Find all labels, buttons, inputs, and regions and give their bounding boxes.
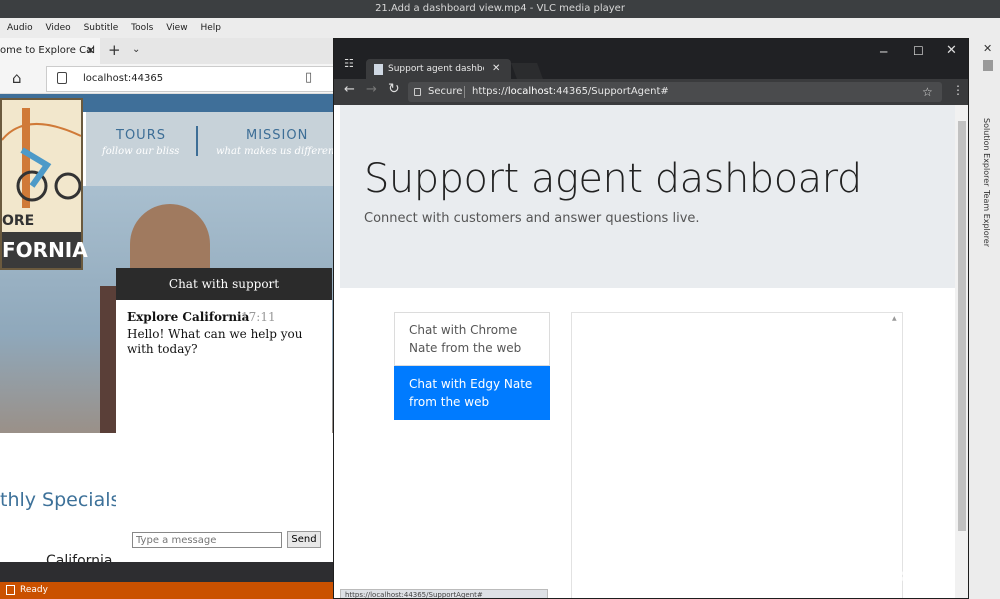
send-button[interactable]: Send [287, 531, 321, 548]
omnibox-divider [464, 86, 465, 98]
link-status-bubble: https://localhost:44365/SupportAgent# [340, 589, 548, 598]
menu-audio[interactable]: Audio [7, 18, 33, 38]
lock-icon [414, 88, 421, 96]
logo-text-bottom: FORNIA [2, 232, 88, 268]
nav-mission-sub: what makes us different [216, 146, 334, 157]
vs-tool-tabs [0, 562, 334, 582]
explore-california-logo: ORE FORNIA [0, 98, 88, 270]
nav-tours[interactable]: TOURS [116, 128, 166, 143]
conversation-panel[interactable]: ▲ [571, 312, 903, 598]
golden-gate-bridge-icon [2, 100, 81, 210]
chat-header: Chat with support [116, 268, 332, 300]
close-tab-icon[interactable]: ✕ [492, 59, 500, 79]
lock-icon [57, 72, 67, 84]
menu-view[interactable]: View [166, 18, 187, 38]
chevron-down-icon[interactable]: ⌄ [132, 44, 140, 55]
chrome-tab-title: Support agent dashboard [388, 64, 484, 74]
chrome-tab[interactable]: Support agent dashboard ✕ [366, 59, 511, 79]
conversation-item-edgy-nate[interactable]: Chat with Edgy Nate from the web [394, 366, 550, 420]
scroll-up-icon[interactable]: ▲ [892, 315, 897, 322]
monthly-specials-heading: thly Specials [0, 489, 121, 511]
vs-side-panel: ✕ Solution Explorer Team Explorer [969, 38, 1000, 599]
chrome-title-bar: ☷ Support agent dashboard ✕ ─ ☐ ✕ [334, 39, 968, 79]
close-icon[interactable]: ✕ [86, 38, 95, 64]
edge-tab-title: ome to Explore Cal [0, 45, 95, 56]
new-tab-icon[interactable]: + [108, 41, 121, 59]
edge-tab-bar: ome to Explore Cal ✕ + ⌄ [0, 38, 334, 64]
support-chat-widget: Chat with support Explore California 17:… [116, 268, 332, 562]
menu-subtitle[interactable]: Subtitle [84, 18, 119, 38]
back-icon[interactable]: ← [344, 82, 355, 97]
chat-author: Explore California [127, 310, 250, 324]
page-lead: Connect with customers and answer questi… [364, 211, 700, 226]
vs-status-text: Ready [20, 585, 48, 595]
status-icon [6, 585, 15, 595]
new-tab-button[interactable] [511, 63, 543, 79]
edge-address-field[interactable]: localhost:44365 ▯ [46, 66, 334, 92]
vlc-title-bar: 21.Add a dashboard view.mp4 - VLC media … [0, 0, 1000, 18]
nav-divider [196, 126, 198, 156]
nav-tours-sub: follow our bliss [102, 146, 180, 157]
logo-text-top: ORE [2, 210, 81, 232]
chat-message-input[interactable] [132, 532, 282, 548]
bookmark-star-icon[interactable]: ☆ [922, 82, 933, 102]
address-bar[interactable]: Secure https://localhost:44365/SupportAg… [408, 82, 942, 102]
chat-time: 17:11 [241, 310, 276, 324]
close-icon[interactable]: ✕ [983, 42, 992, 55]
site-nav: TOURS follow our bliss MISSION what make… [86, 112, 334, 186]
jumbotron: Support agent dashboard Connect with cus… [340, 105, 956, 288]
conversation-list: Chat with Chrome Nate from the web Chat … [394, 312, 550, 420]
solution-explorer-tab[interactable]: Solution Explorer [982, 118, 991, 186]
edge-url: localhost:44365 [83, 73, 164, 84]
chrome-toolbar: ← → ↻ Secure https://localhost:44365/Sup… [334, 79, 968, 105]
vlc-menu-bar: Audio Video Subtitle Tools View Help [0, 18, 1000, 38]
user-icon [983, 60, 993, 71]
url-text: https://localhost:44365/SupportAgent# [472, 82, 669, 102]
incognito-icon: ☷ [344, 57, 354, 70]
team-explorer-tab[interactable]: Team Explorer [982, 190, 991, 247]
vs-status-bar: Ready [0, 582, 334, 599]
menu-tools[interactable]: Tools [131, 18, 153, 38]
maximize-icon[interactable]: ☐ [913, 44, 924, 58]
conversation-item-chrome-nate[interactable]: Chat with Chrome Nate from the web [394, 312, 550, 366]
reload-icon[interactable]: ↻ [388, 81, 400, 97]
url-scheme: https:// [472, 86, 508, 97]
edge-tab[interactable]: ome to Explore Cal ✕ [0, 38, 100, 64]
chrome-window: ☷ Support agent dashboard ✕ ─ ☐ ✕ ← → ↻ … [333, 38, 969, 599]
secure-label: Secure [428, 86, 463, 97]
home-icon[interactable]: ⌂ [12, 69, 22, 87]
close-window-icon[interactable]: ✕ [946, 43, 957, 58]
scrollbar-thumb[interactable] [958, 121, 966, 531]
forward-icon[interactable]: → [366, 82, 377, 97]
menu-dots-icon[interactable]: ⋮ [952, 83, 964, 97]
minimize-icon[interactable]: ─ [880, 45, 887, 59]
page-scrollbar[interactable] [955, 105, 968, 598]
linkedin-watermark: LinkedIn [866, 566, 948, 586]
edge-window: ome to Explore Cal ✕ + ⌄ ⌂ localhost:443… [0, 38, 334, 570]
page-title: Support agent dashboard [364, 156, 862, 202]
edge-address-bar: ⌂ localhost:44365 ▯ [0, 64, 334, 94]
reading-view-icon[interactable]: ▯ [305, 70, 312, 85]
menu-help[interactable]: Help [200, 18, 221, 38]
page-icon [374, 64, 383, 75]
url-host: localhost [507, 86, 553, 97]
chat-message: Hello! What can we help you with today? [127, 327, 303, 356]
menu-video[interactable]: Video [45, 18, 70, 38]
nav-mission[interactable]: MISSION [246, 128, 308, 143]
url-rest: :44365/SupportAgent# [552, 86, 669, 97]
